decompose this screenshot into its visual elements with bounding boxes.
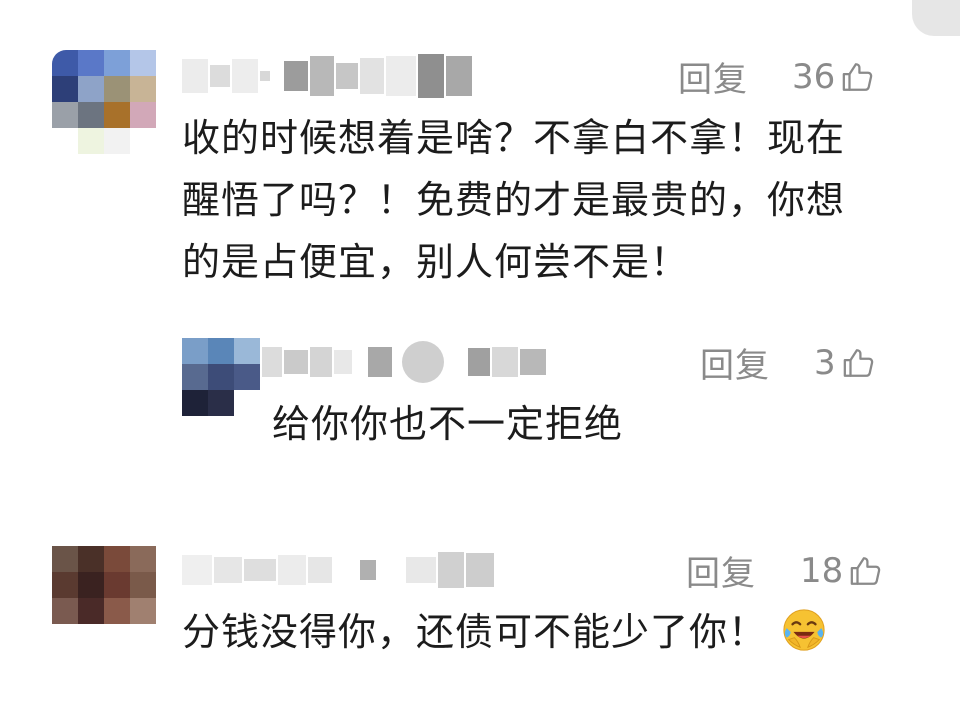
crying-laughing-face-icon — [783, 609, 825, 651]
comment-thread: 回复 36 收的时候想着是啥？不拿白不拿！现在 醒悟了吗？！免费的才是最贵的，你… — [0, 0, 960, 728]
reply-button[interactable]: 回复 — [700, 338, 770, 387]
thumbs-up-icon[interactable] — [849, 554, 883, 588]
scroll-edge — [912, 0, 960, 36]
avatar[interactable] — [182, 338, 260, 416]
comment-line-text: 分钱没得你，还债可不能少了你！ — [182, 610, 768, 654]
avatar[interactable] — [52, 546, 156, 624]
thumbs-up-icon[interactable] — [842, 346, 876, 380]
comment-line: 分钱没得你，还债可不能少了你！ — [182, 601, 827, 663]
reply-button[interactable]: 回复 — [678, 52, 748, 101]
comment-text: 给你你也不一定拒绝 — [272, 393, 623, 455]
like-count: 18 — [800, 550, 844, 591]
username-blurred[interactable] — [182, 50, 474, 102]
like-count: 36 — [792, 56, 836, 97]
thumbs-up-icon[interactable] — [841, 60, 875, 94]
comment-line: 的是占便宜，别人何尝不是！ — [182, 240, 690, 284]
like-count: 3 — [814, 342, 836, 383]
avatar[interactable] — [52, 50, 156, 154]
comment-line: 给你你也不一定拒绝 — [272, 402, 624, 446]
username-blurred[interactable] — [182, 544, 496, 596]
username-blurred[interactable] — [262, 336, 548, 388]
comment-text: 分钱没得你，还债可不能少了你！ — [182, 601, 827, 663]
comment-line: 收的时候想着是啥？不拿白不拿！现在 — [182, 116, 846, 160]
comment-text: 收的时候想着是啥？不拿白不拿！现在 醒悟了吗？！免费的才是最贵的，你想 的是占便… — [182, 107, 845, 293]
comment-line: 醒悟了吗？！免费的才是最贵的，你想 — [182, 178, 846, 222]
reply-button[interactable]: 回复 — [686, 546, 756, 595]
